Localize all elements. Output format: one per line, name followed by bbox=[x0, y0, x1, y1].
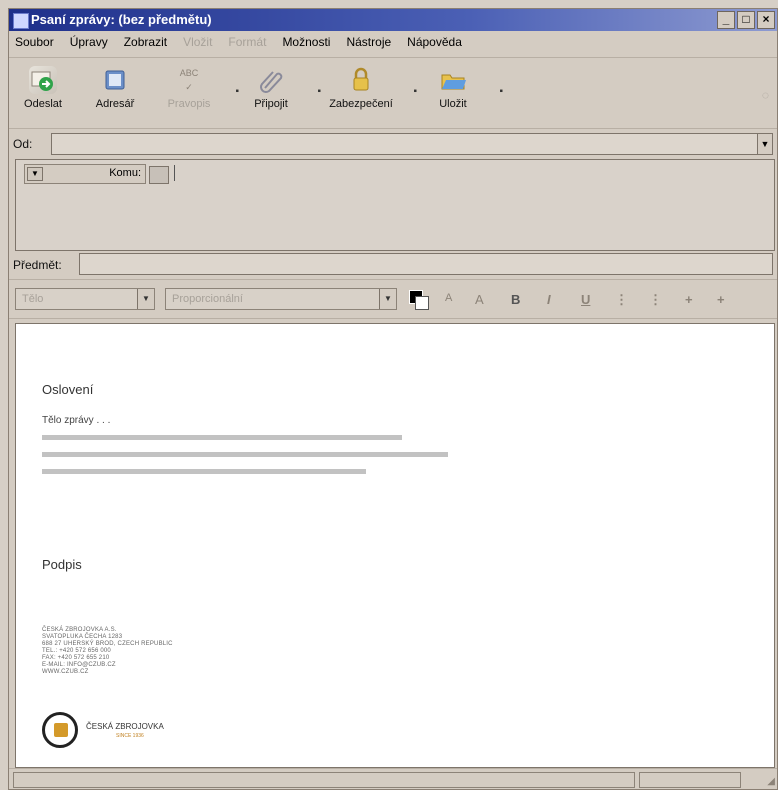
address-line: SVATOPLUKA ČECHA 1283 bbox=[42, 634, 123, 640]
minimize-button[interactable]: _ bbox=[717, 11, 735, 29]
background-color-swatch bbox=[415, 296, 429, 310]
placeholder-line bbox=[42, 435, 402, 440]
address-book-button[interactable]: Adresář bbox=[75, 66, 155, 110]
close-button[interactable]: × bbox=[757, 11, 775, 29]
signature-text: Podpis bbox=[42, 557, 82, 572]
font-select-arrow[interactable]: ▼ bbox=[379, 289, 396, 309]
subject-label: Předmět: bbox=[13, 258, 62, 272]
bold-button[interactable]: B bbox=[511, 292, 520, 307]
decrease-font-size-button[interactable]: A bbox=[445, 292, 452, 304]
menu-bar: Soubor Úpravy Zobrazit Vložit Formát Mož… bbox=[9, 31, 777, 53]
address-line: ČESKÁ ZBROJOVKA A.S. bbox=[42, 627, 117, 633]
italic-button[interactable]: I bbox=[547, 292, 551, 307]
company-logo-text: ČESKÁ ZBROJOVKA bbox=[86, 722, 164, 731]
title-bar[interactable]: Psaní zprávy: (bez předmětu) _ □ × bbox=[9, 9, 777, 31]
status-pane-main bbox=[13, 772, 635, 788]
lock-icon bbox=[347, 66, 375, 94]
send-label: Odeslat bbox=[24, 98, 62, 110]
subject-row: Předmět: bbox=[9, 252, 777, 276]
menu-options[interactable]: Možnosti bbox=[282, 35, 330, 49]
menu-insert[interactable]: Vložit bbox=[183, 35, 212, 49]
save-label: Uložit bbox=[439, 98, 467, 110]
save-dropdown-arrow[interactable]: ▪ bbox=[499, 86, 503, 97]
paragraph-style-value: Tělo bbox=[22, 293, 44, 305]
decrease-indent-button[interactable]: + bbox=[685, 292, 693, 307]
address-book-label: Adresář bbox=[95, 98, 135, 110]
menu-tools[interactable]: Nástroje bbox=[346, 35, 391, 49]
company-logo-icon bbox=[42, 712, 78, 748]
from-row: Od: ▼ bbox=[9, 131, 777, 157]
recipients-box[interactable]: ▼ Komu: bbox=[15, 159, 775, 251]
address-line: TEL.: +420 572 656 000 bbox=[42, 648, 111, 654]
text-cursor bbox=[174, 165, 175, 181]
address-line: E-MAIL: INFO@CZUB.CZ bbox=[42, 662, 116, 668]
send-button[interactable]: Odeslat bbox=[3, 66, 83, 110]
recipient-type-label: Komu: bbox=[109, 167, 141, 179]
message-body-editor[interactable]: Oslovení Tělo zprávy . . . Podpis ČESKÁ … bbox=[15, 323, 775, 768]
spell-check-button[interactable]: ABC ✓ Pravopis ▪ bbox=[149, 66, 239, 110]
company-logo-tagline: SINCE 1936 bbox=[116, 733, 144, 739]
company-address-block: ČESKÁ ZBROJOVKA A.S. SVATOPLUKA ČECHA 12… bbox=[42, 627, 173, 676]
app-icon bbox=[13, 13, 29, 29]
numbered-list-button[interactable]: ⋮ bbox=[649, 292, 662, 308]
body-placeholder-text: Tělo zprávy . . . bbox=[42, 415, 111, 426]
send-icon bbox=[29, 66, 57, 94]
spell-check-label: Pravopis bbox=[167, 98, 211, 110]
font-value: Proporcionální bbox=[172, 293, 243, 305]
save-button[interactable]: Uložit ▪ bbox=[413, 66, 503, 110]
address-line: FAX: +420 572 655 210 bbox=[42, 655, 110, 661]
address-book-icon bbox=[101, 66, 129, 94]
font-select[interactable]: Proporcionální ▼ bbox=[165, 288, 397, 310]
bullet-list-button[interactable]: ⋮ bbox=[615, 292, 628, 308]
activity-icon: ◌ bbox=[761, 88, 769, 102]
increase-indent-button[interactable]: + bbox=[717, 292, 725, 307]
paragraph-style-arrow[interactable]: ▼ bbox=[137, 289, 154, 309]
attach-button[interactable]: Připojit ▪ bbox=[231, 66, 321, 110]
status-pane-secondary bbox=[639, 772, 741, 788]
spell-check-icon-text: ABC bbox=[179, 68, 199, 78]
menu-help[interactable]: Nápověda bbox=[407, 35, 462, 49]
text-color-picker[interactable] bbox=[409, 290, 429, 310]
underline-button[interactable]: U bbox=[581, 292, 590, 307]
from-dropdown-arrow[interactable]: ▼ bbox=[757, 134, 772, 154]
window-controls: _ □ × bbox=[717, 11, 775, 29]
maximize-button[interactable]: □ bbox=[737, 11, 755, 29]
recipient-type-arrow[interactable]: ▼ bbox=[27, 167, 43, 181]
resize-grip-icon[interactable]: ◢ bbox=[767, 776, 775, 787]
greeting-text: Oslovení bbox=[42, 382, 94, 397]
from-label: Od: bbox=[13, 137, 33, 151]
compose-window: Psaní zprávy: (bez předmětu) _ □ × Soubo… bbox=[8, 8, 778, 790]
address-line: WWW.CZUB.CZ bbox=[42, 669, 89, 675]
paperclip-icon bbox=[257, 66, 285, 94]
subject-input[interactable] bbox=[79, 253, 773, 275]
increase-font-size-button[interactable]: A bbox=[475, 292, 484, 307]
placeholder-line bbox=[42, 452, 448, 457]
attach-label: Připojit bbox=[254, 98, 288, 110]
address-card-icon[interactable] bbox=[149, 166, 169, 184]
folder-icon bbox=[439, 66, 467, 94]
status-bar: ◢ bbox=[9, 768, 777, 789]
menu-format[interactable]: Formát bbox=[228, 35, 266, 49]
menu-view[interactable]: Zobrazit bbox=[124, 35, 167, 49]
logo-emblem bbox=[54, 723, 68, 737]
address-line: 688 27 UHERSKÝ BROD, CZECH REPUBLIC bbox=[42, 641, 173, 647]
from-select[interactable]: ▼ bbox=[51, 133, 773, 155]
spell-check-icon: ABC ✓ bbox=[179, 68, 199, 92]
paragraph-style-select[interactable]: Tělo ▼ bbox=[15, 288, 155, 310]
security-label: Zabezpečení bbox=[329, 98, 393, 110]
format-toolbar: Tělo ▼ Proporcionální ▼ A A B I U ⋮ ⋮ + … bbox=[9, 279, 777, 319]
main-toolbar: Odeslat Adresář ABC ✓ Pravopis ▪ Připojit… bbox=[9, 57, 777, 129]
recipient-type-select[interactable]: ▼ Komu: bbox=[24, 164, 169, 184]
menu-file[interactable]: Soubor bbox=[15, 35, 54, 49]
security-button[interactable]: Zabezpečení ▪ bbox=[315, 66, 417, 110]
window-title: Psaní zprávy: (bez předmětu) bbox=[31, 12, 212, 27]
placeholder-line bbox=[42, 469, 366, 474]
menu-edit[interactable]: Úpravy bbox=[70, 35, 108, 49]
